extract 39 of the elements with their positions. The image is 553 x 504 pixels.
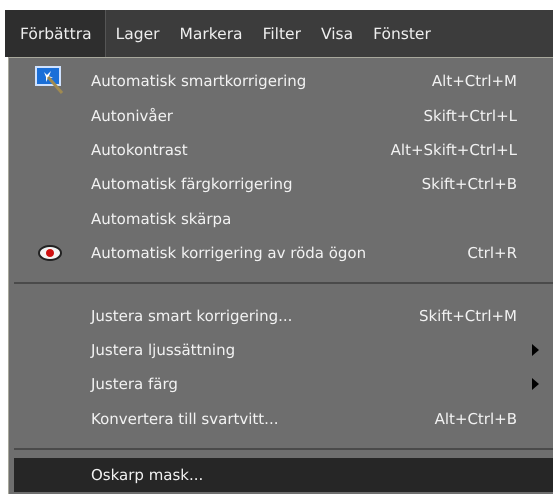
menu-item[interactable]: Autokontrast Alt+Skift+Ctrl+L: [9, 132, 553, 168]
submenu-arrow-icon: [532, 344, 539, 356]
shortcut-label: Alt+Ctrl+B: [434, 410, 518, 428]
menu-item-label: Automatisk skärpa: [91, 210, 232, 228]
menu-item-label: Konvertera till svartvitt...: [91, 410, 278, 428]
menu-item[interactable]: Automatisk smartkorrigering Alt+Ctrl+M: [9, 64, 553, 98]
submenu-arrow-icon: [532, 378, 539, 390]
shortcut-label: Alt+Ctrl+M: [430, 72, 518, 90]
menu-item-label: Oskarp mask...: [91, 466, 204, 484]
shortcut-label: Ctrl+R: [466, 244, 518, 262]
menu-item[interactable]: Automatisk färgkorrigering Skift+Ctrl+B: [9, 167, 553, 202]
menu-item[interactable]: Autonivåer Skift+Ctrl+L: [9, 98, 553, 133]
menu-item[interactable]: Justera smart korrigering... Skift+Ctrl+M: [9, 298, 553, 333]
menu-title[interactable]: Visa: [310, 10, 364, 57]
magic-wand-icon: [34, 66, 66, 96]
shortcut-label: Alt+Skift+Ctrl+L: [390, 140, 518, 159]
menu-item[interactable]: Automatisk skärpa: [9, 202, 553, 236]
menu-item-label: Justera färg: [91, 375, 178, 394]
menu-title[interactable]: Fönster: [363, 10, 441, 57]
menu-title[interactable]: Lager: [106, 10, 170, 57]
shortcut-label: Skift+Ctrl+L: [422, 106, 518, 125]
menu-item-label: Autokontrast: [91, 140, 188, 159]
menu-item-label: Justera smart korrigering...: [91, 306, 292, 325]
menu-item-label: Automatisk färgkorrigering: [91, 175, 293, 194]
shortcut-label: Skift+Ctrl+M: [418, 306, 518, 325]
menu-title[interactable]: Markera: [169, 10, 253, 57]
menu-item[interactable]: Justera färg: [9, 367, 553, 402]
eye-icon: [38, 245, 62, 262]
menu-item-label: Automatisk smartkorrigering: [91, 72, 306, 90]
shortcut-label: Skift+Ctrl+B: [420, 175, 518, 194]
menu-title[interactable]: Förbättra: [5, 10, 106, 57]
menu-item-label: Automatisk korrigering av röda ögon: [91, 244, 366, 262]
menu-item[interactable]: Oskarp mask...: [14, 458, 553, 492]
menu-item-label: Autonivåer: [91, 106, 173, 125]
menu-title[interactable]: Filter: [252, 10, 311, 57]
menu-item[interactable]: Konvertera till svartvitt... Alt+Ctrl+B: [9, 402, 553, 436]
menu-item-label: Justera ljussättning: [91, 340, 236, 359]
menu-item[interactable]: Justera ljussättning: [9, 332, 553, 368]
menu-item[interactable]: Automatisk korrigering av röda ögon Ctrl+R: [9, 236, 553, 270]
